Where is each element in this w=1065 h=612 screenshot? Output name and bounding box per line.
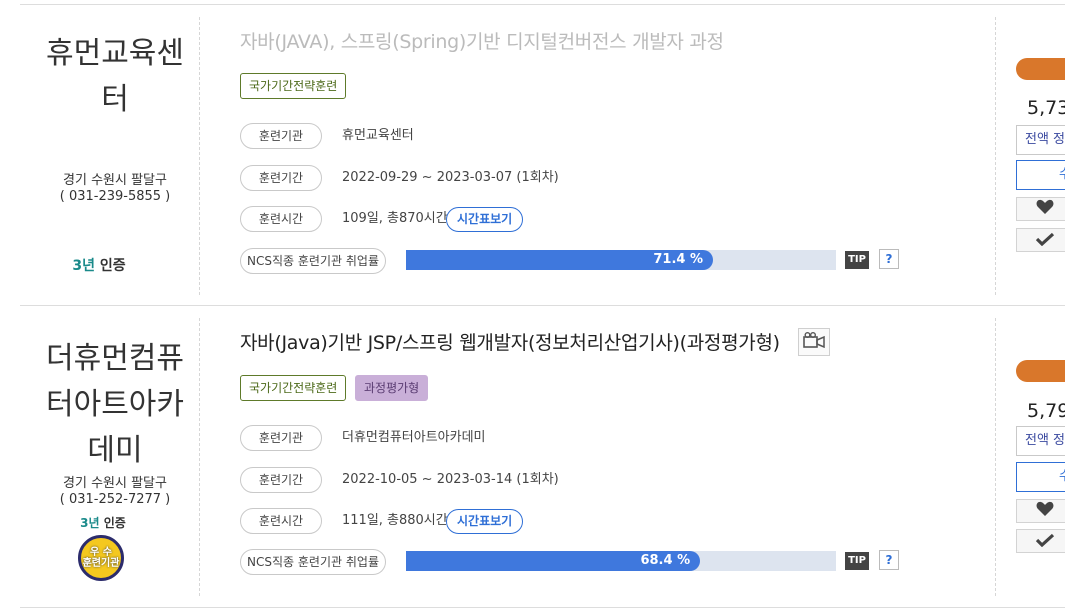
- label-time: 훈련시간: [240, 206, 322, 232]
- org-info: 휴먼교육센터 경기 수원시 팔달구 ( 031-239-5855 ) 3년 인증: [30, 31, 200, 275]
- tag-course-evaluation: 과정평가형: [355, 375, 429, 401]
- tag-national-strategy: 국가기간전략훈련: [240, 375, 347, 401]
- divider: [20, 607, 1065, 608]
- course-title[interactable]: 자바(JAVA), 스프링(Spring)기반 디지털컨버전스 개발자 과정: [240, 27, 724, 54]
- org-phone: ( 031-252-7277 ): [59, 492, 171, 507]
- label-time: 훈련시간: [240, 508, 322, 534]
- help-button[interactable]: ?: [879, 550, 899, 570]
- time-value: 109일, 총870시간: [342, 211, 448, 226]
- ncs-label: NCS직종 훈련기관 취업률: [240, 549, 386, 575]
- course-list: 휴먼교육센터 경기 수원시 팔달구 ( 031-239-5855 ) 3년 인증…: [0, 0, 1065, 612]
- org-value: 더휴먼컴퓨터아트아카데미: [342, 430, 486, 445]
- employment-rate-fill: 71.4 %: [406, 250, 714, 270]
- timetable-button[interactable]: 시간표보기: [446, 207, 524, 232]
- course-row: 휴먼교육센터 경기 수원시 팔달구 ( 031-239-5855 ) 3년 인증…: [0, 5, 1065, 305]
- tip-badge[interactable]: TIP: [845, 552, 869, 570]
- org-name[interactable]: 휴먼교육센터: [30, 31, 200, 123]
- help-button[interactable]: ?: [879, 249, 899, 269]
- org-name[interactable]: 더휴먼컴퓨터아트아카데미: [30, 336, 200, 474]
- course-row: 더휴먼컴퓨터아트아카데미 경기 수원시 팔달구 ( 031-252-7277 )…: [0, 306, 1065, 606]
- label-period: 훈련기간: [240, 165, 322, 191]
- divider: [995, 318, 996, 596]
- check-icon: [1035, 532, 1055, 551]
- wishlist-button[interactable]: [1016, 499, 1065, 523]
- badge-line2: 훈련기관: [82, 558, 120, 569]
- excellence-badge: 우 수 훈련기관: [78, 535, 124, 581]
- compare-button[interactable]: [1016, 529, 1065, 553]
- video-button[interactable]: [798, 328, 830, 356]
- status-badge: [1016, 58, 1065, 80]
- cert-years: 3년: [72, 258, 95, 274]
- employment-rate-text: 68.4 %: [640, 553, 691, 568]
- employment-rate-bar: 71.4 %: [406, 250, 836, 270]
- refund-button[interactable]: 전액 정: [1016, 426, 1065, 456]
- org-value: 휴먼교육센터: [342, 128, 414, 143]
- label-org: 훈련기관: [240, 123, 322, 149]
- cert-label: 인증: [99, 258, 126, 274]
- employment-rate-fill: 68.4 %: [406, 551, 701, 571]
- employment-rate-text: 71.4 %: [653, 252, 704, 267]
- compare-button[interactable]: [1016, 228, 1065, 252]
- refund-button[interactable]: 전액 정: [1016, 125, 1065, 155]
- timetable-button[interactable]: 시간표보기: [446, 509, 524, 534]
- wishlist-button[interactable]: [1016, 197, 1065, 221]
- price: 5,79: [1027, 400, 1065, 422]
- tag-national-strategy: 국가기간전략훈련: [240, 73, 347, 99]
- apply-button[interactable]: 수: [1016, 462, 1065, 492]
- period-value: 2022-09-29 ~ 2023-03-07 (1회차): [342, 170, 559, 185]
- cert-badge: 3년 인증: [6, 514, 200, 531]
- divider: [995, 17, 996, 295]
- org-address: 경기 수원시 팔달구: [63, 173, 167, 188]
- check-icon: [1035, 231, 1055, 250]
- heart-icon: [1036, 199, 1054, 219]
- badge-line1: 우 수: [90, 547, 112, 558]
- ncs-label: NCS직종 훈련기관 취업률: [240, 248, 386, 274]
- status-badge: [1016, 360, 1065, 382]
- org-address: 경기 수원시 팔달구: [63, 476, 167, 491]
- org-phone: ( 031-239-5855 ): [59, 189, 171, 204]
- label-org: 훈련기관: [240, 425, 322, 451]
- price: 5,73: [1027, 97, 1065, 119]
- org-info: 더휴먼컴퓨터아트아카데미 경기 수원시 팔달구 ( 031-252-7277 )…: [30, 336, 200, 581]
- period-value: 2022-10-05 ~ 2023-03-14 (1회차): [342, 472, 559, 487]
- apply-button[interactable]: 수: [1016, 160, 1065, 190]
- course-title[interactable]: 자바(Java)기반 JSP/스프링 웹개발자(정보처리산업기사)(과정평가형): [240, 328, 780, 355]
- label-period: 훈련기간: [240, 467, 322, 493]
- video-camera-icon: [803, 332, 825, 352]
- time-value: 111일, 총880시간: [342, 513, 448, 528]
- cert-label: 인증: [103, 516, 126, 530]
- heart-icon: [1036, 501, 1054, 521]
- tip-badge[interactable]: TIP: [845, 251, 869, 269]
- cert-badge: 3년 인증: [0, 255, 200, 275]
- employment-rate-bar: 68.4 %: [406, 551, 836, 571]
- cert-years: 3년: [80, 516, 100, 530]
